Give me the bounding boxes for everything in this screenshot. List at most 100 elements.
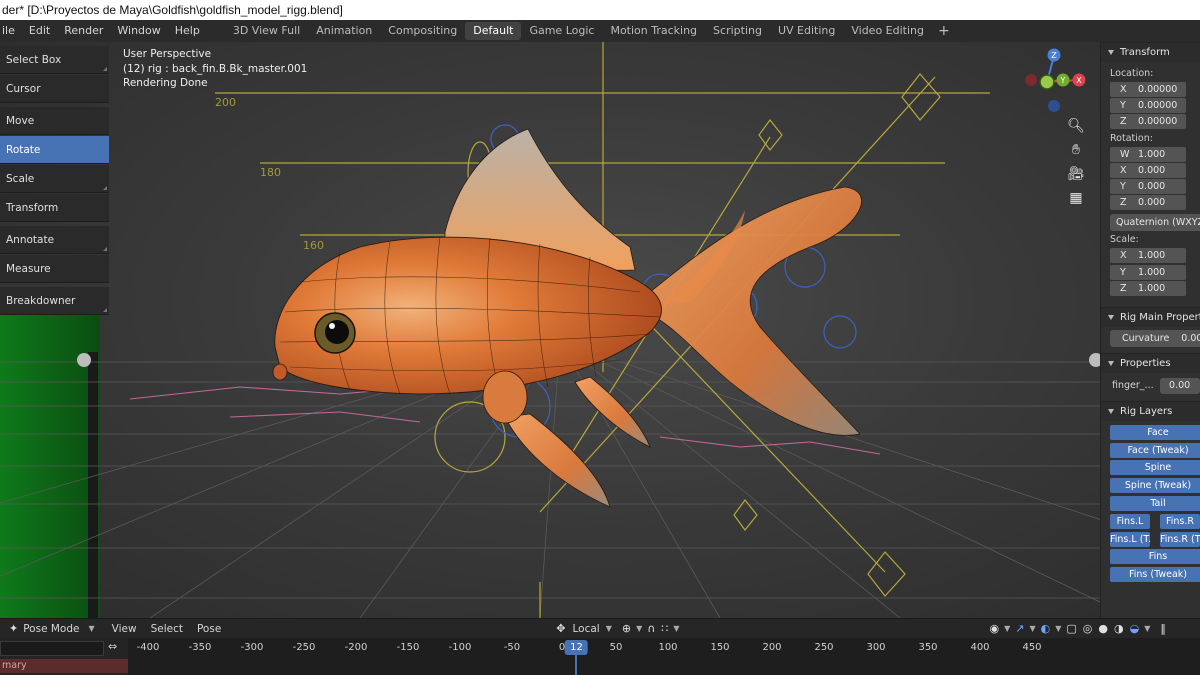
eye-highlight [329, 323, 335, 329]
chevron-down-icon: ▼ [1029, 624, 1036, 633]
rotation-w-field[interactable]: W 1.000 [1110, 146, 1186, 162]
layer-fins-l-button[interactable]: Fins.L [1110, 513, 1150, 529]
layer-fins-l-tweak-button[interactable]: Fins.L (T... [1110, 531, 1150, 547]
grid-label-160: 160 [303, 239, 324, 252]
properties-panel-header[interactable]: Properties [1101, 352, 1200, 373]
layer-spine-tweak-button[interactable]: Spine (Tweak) [1110, 478, 1200, 494]
menu-view[interactable]: View [105, 623, 144, 635]
field-value: 1.000 [1138, 148, 1166, 160]
zoom-icon[interactable]: 🔍︎ [1064, 114, 1088, 138]
grid-label-200: 200 [215, 96, 236, 109]
timeline-ruler[interactable]: -400 -350 -300 -250 -200 -150 -100 -50 50 100 150 2… [128, 638, 1200, 675]
menu-file[interactable]: ile [0, 20, 22, 42]
timeline-search-field[interactable] [0, 641, 104, 656]
rotation-mode-dropdown[interactable]: Quaternion (WXYZ) [1110, 214, 1200, 232]
tab-video-editing[interactable]: Video Editing [843, 22, 932, 40]
rotation-y-field[interactable]: Y 0.000 [1110, 178, 1186, 194]
tool-move[interactable]: Move [0, 107, 109, 135]
tab-3d-view-full[interactable]: 3D View Full [225, 22, 308, 40]
rotation-x-field[interactable]: X 0.000 [1110, 162, 1186, 178]
snap-grid-icon[interactable]: ∷ [658, 622, 671, 635]
grid-label-180: 180 [260, 166, 281, 179]
region-handle-left[interactable] [77, 353, 91, 367]
scale-y-field[interactable]: Y 1.000 [1110, 264, 1186, 280]
summary-channel[interactable]: mary [0, 659, 128, 673]
field-value: 0.00000 [1138, 84, 1178, 95]
xray-toggle-icon[interactable]: ▢ [1063, 622, 1079, 635]
tab-scripting[interactable]: Scripting [705, 22, 770, 40]
tab-motion-tracking[interactable]: Motion Tracking [602, 22, 705, 40]
tab-animation[interactable]: Animation [308, 22, 380, 40]
location-x-field[interactable]: X 0.00000 [1110, 82, 1186, 97]
layer-face-button[interactable]: Face [1110, 424, 1200, 440]
tool-annotate[interactable]: Annotate [0, 226, 109, 254]
rig-main-properties-header[interactable]: Rig Main Properties [1101, 306, 1200, 327]
location-y-field[interactable]: Y 0.00000 [1110, 98, 1186, 114]
rig-layers-header[interactable]: Rig Layers [1101, 400, 1200, 421]
tab-compositing[interactable]: Compositing [380, 22, 465, 40]
menu-help[interactable]: Help [168, 20, 207, 42]
layer-fins-button[interactable]: Fins [1110, 549, 1200, 565]
layer-fins-r-button[interactable]: Fins.R [1160, 513, 1200, 529]
tool-cursor[interactable]: Cursor [0, 75, 109, 103]
pivot-point-icon[interactable]: ⊕ [614, 622, 634, 635]
add-workspace-button[interactable]: + [932, 23, 956, 39]
tool-scale[interactable]: Scale [0, 165, 109, 193]
curvature-field[interactable]: Curvature 0.000 [1110, 329, 1200, 347]
gizmo-z-label: Z [1051, 51, 1057, 60]
layer-fins-tweak-button[interactable]: Fins (Tweak) [1110, 567, 1200, 583]
layer-tail-button[interactable]: Tail [1110, 496, 1200, 512]
mode-selector[interactable]: ✦ Pose Mode ▼ [0, 622, 97, 635]
layer-face-tweak-button[interactable]: Face (Tweak) [1110, 442, 1200, 458]
gizmo-y-label: Y [1060, 76, 1066, 85]
current-frame-indicator[interactable]: 12 [565, 640, 588, 655]
navigation-gizmo[interactable]: Z Y X [1016, 46, 1092, 122]
location-z-field[interactable]: Z 0.00000 [1110, 114, 1186, 130]
tool-breakdowner[interactable]: Breakdowner [0, 287, 109, 315]
tool-measure[interactable]: Measure [0, 255, 109, 283]
menu-select[interactable]: Select [144, 623, 190, 635]
viewport-header: ✦ Pose Mode ▼ View Select Pose ✥ Local ▼… [0, 618, 1200, 638]
pan-hand-icon[interactable]: ✋︎ [1064, 138, 1088, 162]
tab-default[interactable]: Default [465, 22, 522, 40]
camera-icon[interactable]: 🎥︎ [1064, 162, 1088, 186]
overlays-icon[interactable]: ◐ [1038, 622, 1054, 635]
tool-transform[interactable]: Transform [0, 194, 109, 222]
menu-window[interactable]: Window [110, 20, 167, 42]
menu-pose[interactable]: Pose [190, 623, 228, 635]
solid-shading-icon[interactable]: ● [1095, 622, 1111, 635]
tab-game-logic[interactable]: Game Logic [521, 22, 602, 40]
wireframe-shading-icon[interactable]: ◎ [1080, 622, 1096, 635]
playhead-line [575, 655, 578, 675]
region-handle-right[interactable] [1089, 353, 1100, 367]
scale-x-field[interactable]: X 1.000 [1110, 248, 1186, 264]
timeline-tick-label: 450 [1022, 642, 1042, 653]
menu-edit[interactable]: Edit [22, 20, 57, 42]
swap-arrows-icon[interactable]: ⇔ [108, 640, 117, 653]
transform-orientation-dropdown[interactable]: Local [569, 623, 604, 635]
rotation-z-field[interactable]: Z 0.000 [1110, 195, 1186, 211]
tool-select-box[interactable]: Select Box [0, 46, 109, 74]
snap-magnet-icon[interactable]: ∩ [644, 622, 658, 635]
layer-spine-button[interactable]: Spine [1110, 460, 1200, 476]
finger-value-field[interactable]: 0.00 [1159, 377, 1200, 394]
axis-label: W [1120, 148, 1130, 160]
curvature-value: 0.000 [1181, 332, 1200, 344]
pause-icon[interactable]: ‖ [1152, 622, 1169, 635]
layer-fins-r-tweak-button[interactable]: Fins.R (T [1160, 531, 1200, 547]
tool-rotate[interactable]: Rotate [0, 136, 109, 164]
visibility-eye-icon[interactable]: ◉ [986, 622, 1002, 635]
gizmo-neg-z[interactable] [1048, 100, 1060, 112]
menu-render[interactable]: Render [57, 20, 110, 42]
tab-uv-editing[interactable]: UV Editing [770, 22, 843, 40]
timeline[interactable]: ⇔ mary -400 -350 -300 -250 -200 -150 -100 -50 50… [0, 638, 1200, 675]
3d-viewport[interactable]: 200 180 160 User Perspective (12) rig : … [0, 42, 1100, 618]
gizmo-toggle-icon[interactable]: ↗ [1012, 622, 1027, 635]
material-shading-icon[interactable]: ◑ [1111, 622, 1127, 635]
rendered-shading-icon[interactable]: ◒ [1127, 622, 1143, 635]
scale-z-field[interactable]: Z 1.000 [1110, 280, 1186, 296]
gizmo-center[interactable] [1039, 74, 1055, 90]
perspective-grid-icon[interactable]: ▦ [1064, 186, 1088, 210]
transform-panel-header[interactable]: Transform [1101, 42, 1200, 62]
gizmo-neg-x[interactable] [1025, 74, 1037, 86]
